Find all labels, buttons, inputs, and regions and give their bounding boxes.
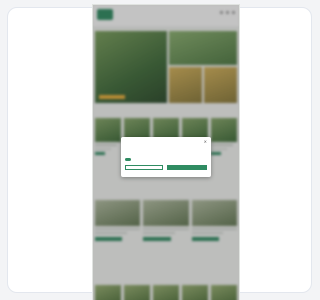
cookie-settings-button[interactable] <box>125 165 163 170</box>
cookie-toggles <box>125 158 134 161</box>
website-screenshot: × <box>93 5 239 300</box>
cookie-toggle[interactable] <box>125 158 131 161</box>
accept-cookies-button[interactable] <box>167 165 207 170</box>
close-icon[interactable]: × <box>204 139 207 144</box>
cookie-consent-dialog: × <box>121 137 211 177</box>
